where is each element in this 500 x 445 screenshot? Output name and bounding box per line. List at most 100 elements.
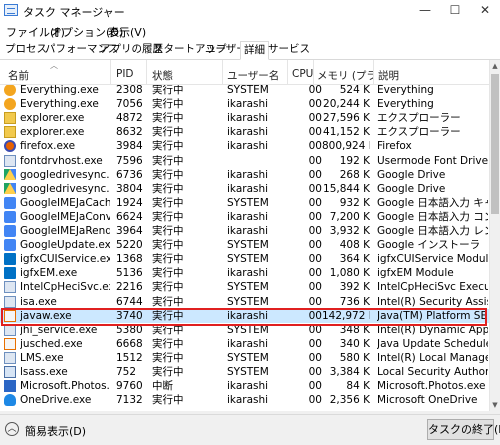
process-status: 実行中 <box>152 210 184 223</box>
column-divider[interactable] <box>222 60 223 84</box>
process-status: 実行中 <box>152 295 184 308</box>
process-user: ikarashi <box>227 337 269 350</box>
process-pid: 7596 <box>116 154 143 167</box>
process-pid: 6736 <box>116 168 143 181</box>
intel-icon <box>4 253 16 266</box>
process-name: GoogleIMEJaCacheS... <box>20 196 110 209</box>
fewer-details-link[interactable]: 簡易表示(D) <box>25 423 86 439</box>
process-description: Google Drive <box>377 168 446 181</box>
process-name: GoogleIMEJaRender... <box>20 225 110 237</box>
maximize-button[interactable]: ☐ <box>440 0 470 22</box>
process-description: Google 日本語入力 コン... <box>377 210 488 223</box>
intel-icon <box>4 267 16 280</box>
column-name[interactable]: 名前 <box>8 68 29 83</box>
column-divider[interactable] <box>313 60 314 84</box>
process-memory: 364 K <box>339 253 370 266</box>
table-row[interactable]: Everything.exe 2308 実行中 SYSTEM 00 524 K Everyt… <box>0 85 489 97</box>
process-user: SYSTEM <box>227 196 269 209</box>
table-row[interactable]: LMS.exe 1512 実行中 SYSTEM 00 580 K Intel(R) Loca… <box>0 351 489 365</box>
scroll-up-icon[interactable]: ▲ <box>490 60 500 72</box>
process-name: googledrivesync.exe <box>20 182 110 195</box>
column-status[interactable]: 状態 <box>152 68 173 83</box>
scrollbar-thumb[interactable] <box>491 74 499 214</box>
column-divider[interactable] <box>146 60 147 84</box>
process-memory: 27,596 K <box>323 112 370 125</box>
process-status: 中断 <box>152 380 173 393</box>
process-status: 実行中 <box>152 281 184 294</box>
table-row[interactable]: isa.exe 6744 実行中 SYSTEM 00 736 K Intel(R) Secu… <box>0 295 489 309</box>
process-memory: 340 K <box>339 337 370 350</box>
process-memory: 41,152 K <box>323 126 370 139</box>
process-status: 実行中 <box>152 112 184 125</box>
process-pid: 6744 <box>116 295 143 308</box>
table-row[interactable]: googledrivesync.exe 6736 実行中 ikarashi 00 268 … <box>0 168 489 182</box>
table-row[interactable]: explorer.exe 8632 実行中 ikarashi 00 41,152 K エクス… <box>0 125 489 139</box>
minimize-button[interactable]: — <box>410 0 440 22</box>
table-row[interactable]: igfxEM.exe 5136 実行中 ikarashi 00 1,080 K igfxEM… <box>0 266 489 280</box>
process-description: igfxCUIService Module <box>377 253 488 266</box>
app-window-icon <box>4 281 16 294</box>
table-row[interactable]: jusched.exe 6668 実行中 ikarashi 00 340 K Java Up… <box>0 337 489 351</box>
column-divider[interactable] <box>373 60 374 84</box>
onedrive-icon <box>4 394 16 407</box>
tab-services[interactable]: サービス <box>265 41 313 58</box>
vertical-scrollbar[interactable]: ▲ ▼ <box>489 60 500 411</box>
column-pid[interactable]: PID <box>116 68 134 80</box>
process-status: 実行中 <box>152 140 184 153</box>
menu-view[interactable]: 表示(V) <box>108 24 146 40</box>
folder-icon <box>4 112 16 125</box>
process-status: 実行中 <box>152 168 184 181</box>
table-row[interactable]: Everything.exe 7056 実行中 ikarashi 00 20,244 K E… <box>0 97 489 111</box>
process-pid: 752 <box>116 366 137 378</box>
process-status: 実行中 <box>152 394 184 407</box>
app-window-icon <box>4 295 16 308</box>
table-row[interactable]: Microsoft.Photos.exe 9760 中断 ikarashi 00 84 K… <box>0 379 489 393</box>
column-header: ︿ 名前 PID 状態 ユーザー名 CPU メモリ (プライ... 説明 <box>0 60 489 85</box>
table-row[interactable]: fontdrvhost.exe 7596 実行中 00 192 K Usermode Fo… <box>0 154 489 168</box>
column-divider[interactable] <box>110 60 111 84</box>
process-memory: 524 K <box>339 85 370 96</box>
table-row[interactable]: GoogleIMEJaRender... 3964 実行中 ikarashi 00 3,9… <box>0 224 489 238</box>
process-pid: 7056 <box>116 98 143 111</box>
process-pid: 2216 <box>116 281 143 294</box>
table-row[interactable]: googledrivesync.exe 3804 実行中 ikarashi 0015,8… <box>0 182 489 196</box>
process-status: 実行中 <box>152 351 184 364</box>
column-user[interactable]: ユーザー名 <box>227 68 279 83</box>
process-description: エクスプローラー <box>377 126 461 139</box>
process-description: Java Update Scheduler <box>377 337 488 350</box>
task-manager-icon <box>4 4 18 16</box>
table-row[interactable]: igfxCUIService.exe 1368 実行中 SYSTEM 00 364 K ig… <box>0 252 489 266</box>
scroll-down-icon[interactable]: ▼ <box>490 399 500 411</box>
process-description: Microsoft.Photos.exe <box>377 380 486 393</box>
table-row[interactable]: OneDrive.exe 7132 実行中 ikarashi 00 2,356 K Micr… <box>0 393 489 407</box>
column-divider[interactable] <box>287 60 288 84</box>
process-user: ikarashi <box>227 380 269 393</box>
process-name: explorer.exe <box>20 112 85 125</box>
process-name: lsass.exe <box>20 366 68 378</box>
table-row[interactable]: explorer.exe 4872 実行中 ikarashi 00 27,596 K エクス… <box>0 111 489 125</box>
table-row[interactable]: lsass.exe 752 実行中 SYSTEM 00 3,384 K Local Secu… <box>0 365 489 379</box>
process-memory: 1,080 K <box>329 267 370 280</box>
table-row[interactable]: GoogleUpdate.exe 5220 実行中 SYSTEM 00 408 K Goog… <box>0 238 489 252</box>
process-status: 実行中 <box>152 85 184 96</box>
column-description[interactable]: 説明 <box>378 68 399 83</box>
chevron-up-icon[interactable]: ︿ <box>5 422 19 436</box>
column-memory[interactable]: メモリ (プライ... <box>317 68 373 83</box>
footer-bar: ︿ 簡易表示(D) タスクの終了(E) <box>0 414 500 445</box>
table-row[interactable]: IntelCpHeciSvc.exe 2216 実行中 SYSTEM 00 392 K In… <box>0 280 489 294</box>
google-drive-icon <box>4 168 16 180</box>
process-name: explorer.exe <box>20 126 85 139</box>
table-row[interactable]: GoogleIMEJaCacheS... 1924 実行中 SYSTEM 00 932 K… <box>0 196 489 210</box>
process-user: ikarashi <box>227 210 269 223</box>
process-memory: 736 K <box>339 295 370 308</box>
process-status: 実行中 <box>152 196 184 209</box>
column-cpu[interactable]: CPU <box>292 68 313 80</box>
process-memory: 3,932 K <box>329 225 370 237</box>
process-status: 実行中 <box>152 182 184 195</box>
process-user: SYSTEM <box>227 85 269 96</box>
process-pid: 5136 <box>116 267 143 280</box>
close-button[interactable]: ✕ <box>470 0 500 22</box>
table-row[interactable]: GoogleIMEJaConvert... 6624 実行中 ikarashi 00 7,… <box>0 210 489 224</box>
table-row[interactable]: firefox.exe 3984 実行中 ikarashi 00800,924 K Fir… <box>0 139 489 153</box>
end-task-button[interactable]: タスクの終了(E) <box>427 419 500 440</box>
